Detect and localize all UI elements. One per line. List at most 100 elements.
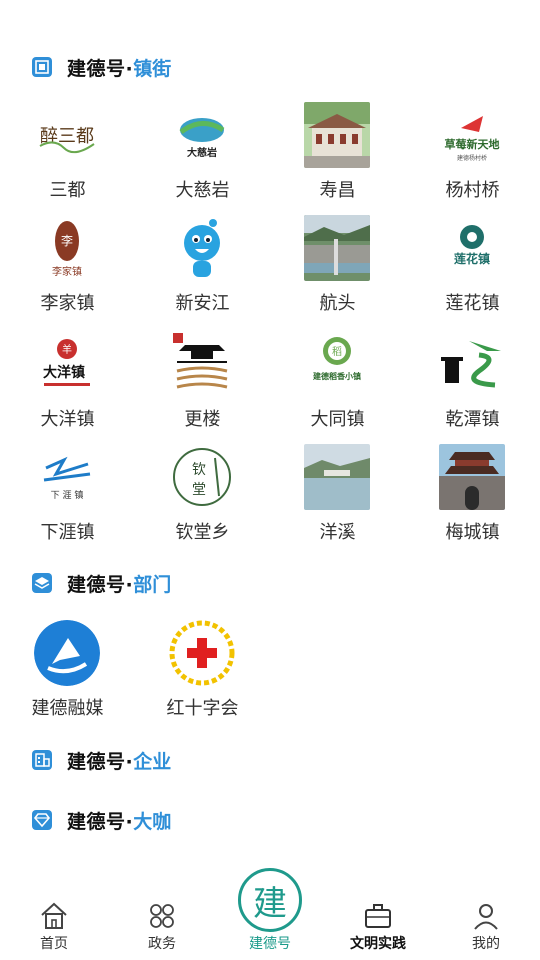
town-item-yangcunqiao[interactable]: 草莓新天地建德杨村桥 杨村桥 bbox=[405, 102, 540, 214]
town-label: 洋溪 bbox=[319, 522, 356, 543]
nav-civilization[interactable]: 文明实践 bbox=[324, 880, 432, 960]
town-label: 航头 bbox=[319, 293, 356, 314]
svg-text:羊: 羊 bbox=[62, 343, 72, 356]
dayang-logo: 羊大洋镇 bbox=[34, 331, 100, 397]
diamond-icon bbox=[32, 810, 52, 830]
dept-item-red-cross[interactable]: 红十字会 bbox=[135, 620, 270, 720]
dayang-logo-text: 大洋镇 bbox=[43, 364, 85, 381]
nav-government[interactable]: 政务 bbox=[108, 880, 216, 960]
svg-text:稻: 稻 bbox=[332, 346, 342, 358]
xinanjiang-mascot bbox=[169, 215, 235, 281]
town-label: 下涯镇 bbox=[40, 522, 95, 543]
yangcunqiao-logo-text: 草莓新天地 bbox=[445, 137, 500, 151]
dacian-logo-text: 大慈岩 bbox=[187, 146, 217, 159]
qintang-logo: 钦堂 bbox=[169, 444, 235, 510]
yangcunqiao-logo-sub: 建德杨村桥 bbox=[457, 154, 487, 162]
datong-logo-text: 建德稻香小镇 bbox=[312, 371, 361, 381]
nav-mine[interactable]: 我的 bbox=[432, 880, 540, 960]
town-label: 三都 bbox=[49, 180, 86, 201]
town-label: 大同镇 bbox=[310, 409, 365, 430]
yangcunqiao-logo: 草莓新天地建德杨村桥 bbox=[439, 102, 505, 168]
section-title: 建德号· bbox=[67, 573, 134, 596]
section-title: 建德号· bbox=[67, 810, 134, 833]
lianhua-logo: 莲花镇 bbox=[439, 215, 505, 281]
grid-icon bbox=[32, 57, 52, 77]
red-cross-logo bbox=[169, 620, 235, 686]
nav-label: 我的 bbox=[472, 936, 500, 952]
meicheng-photo bbox=[439, 444, 505, 510]
dept-label: 红十字会 bbox=[166, 698, 239, 719]
section-header-enterprise: 建德号· 企业 bbox=[32, 745, 171, 775]
town-item-xiaya[interactable]: 下 涯 镇 下涯镇 bbox=[0, 444, 135, 556]
town-label: 莲花镇 bbox=[445, 293, 500, 314]
home-icon bbox=[38, 900, 70, 932]
section-title: 建德号· bbox=[67, 750, 134, 773]
town-label: 新安江 bbox=[175, 293, 230, 314]
sandu-logo: 醉三都 bbox=[34, 102, 100, 168]
nav-label: 文明实践 bbox=[350, 936, 406, 952]
datong-logo: 稻建德稻香小镇 bbox=[304, 331, 370, 397]
town-item-shouchang[interactable]: 寿昌 bbox=[270, 102, 405, 214]
apps-icon bbox=[146, 900, 178, 932]
xiaya-logo-text: 下 涯 镇 bbox=[51, 489, 84, 501]
town-label: 寿昌 bbox=[319, 180, 356, 201]
user-icon bbox=[470, 900, 502, 932]
sandu-logo-text: 醉三都 bbox=[40, 126, 94, 147]
town-label: 李家镇 bbox=[40, 293, 95, 314]
section-subtitle: 企业 bbox=[133, 750, 172, 773]
town-item-dayang[interactable]: 羊大洋镇 大洋镇 bbox=[0, 331, 135, 443]
town-item-dacian[interactable]: 大慈岩 大慈岩 bbox=[135, 102, 270, 214]
town-item-hangtou[interactable]: 航头 bbox=[270, 215, 405, 327]
town-item-yangxi[interactable]: 洋溪 bbox=[270, 444, 405, 556]
section-title: 建德号· bbox=[67, 57, 134, 80]
qiantan-logo bbox=[439, 331, 505, 397]
jian-logo-glyph: 建 bbox=[253, 883, 287, 924]
town-item-lijia[interactable]: 李李家镇 李家镇 bbox=[0, 215, 135, 327]
section-header-departments: 建德号· 部门 bbox=[32, 568, 171, 598]
yangxi-photo bbox=[304, 444, 370, 510]
section-subtitle: 大咖 bbox=[133, 810, 172, 833]
town-label: 乾潭镇 bbox=[445, 409, 500, 430]
town-item-genglou[interactable]: 更楼 bbox=[135, 331, 270, 443]
town-item-sandu[interactable]: 醉三都 三都 bbox=[0, 102, 135, 214]
layers-icon bbox=[32, 573, 52, 593]
section-header-bigshot: 建德号· 大咖 bbox=[32, 805, 171, 835]
town-item-xinanjiang[interactable]: 新安江 bbox=[135, 215, 270, 327]
shouchang-photo bbox=[304, 102, 370, 168]
genglou-logo bbox=[169, 331, 235, 397]
town-item-meicheng[interactable]: 梅城镇 bbox=[405, 444, 540, 556]
jiande-media-logo bbox=[34, 620, 100, 686]
dept-item-jiande-media[interactable]: 建德融媒 bbox=[0, 620, 135, 720]
nav-label: 政务 bbox=[148, 936, 176, 952]
jian-logo-icon[interactable]: 建 bbox=[238, 868, 302, 932]
section-subtitle: 部门 bbox=[133, 573, 172, 596]
town-item-lianhua[interactable]: 莲花镇 莲花镇 bbox=[405, 215, 540, 327]
page: 建德号· 镇街 醉三都 三都 大慈岩 大慈岩 寿昌 草莓新天地 建德杨村桥 杨村… bbox=[0, 0, 540, 960]
section-header-towns: 建德号· 镇街 bbox=[32, 52, 171, 82]
lianhua-logo-text: 莲花镇 bbox=[454, 251, 490, 266]
dacian-logo: 大慈岩 bbox=[169, 102, 235, 168]
town-label: 钦堂乡 bbox=[175, 522, 230, 543]
svg-text:李: 李 bbox=[61, 233, 73, 248]
town-item-qintang[interactable]: 钦堂 钦堂乡 bbox=[135, 444, 270, 556]
town-label: 大慈岩 bbox=[175, 180, 230, 201]
svg-text:钦: 钦 bbox=[192, 462, 206, 478]
nav-label: 建德号 bbox=[249, 936, 291, 952]
town-label: 梅城镇 bbox=[445, 522, 500, 543]
hangtou-photo bbox=[304, 215, 370, 281]
svg-text:堂: 堂 bbox=[192, 482, 206, 498]
briefcase-icon bbox=[362, 900, 394, 932]
lijia-logo: 李李家镇 bbox=[34, 215, 100, 281]
town-label: 杨村桥 bbox=[445, 180, 500, 201]
town-label: 大洋镇 bbox=[40, 409, 95, 430]
building-icon bbox=[32, 750, 52, 770]
section-subtitle: 镇街 bbox=[133, 57, 172, 80]
lijia-logo-text: 李家镇 bbox=[52, 265, 82, 278]
town-item-qiantan[interactable]: 乾潭镇 bbox=[405, 331, 540, 443]
nav-home[interactable]: 首页 bbox=[0, 880, 108, 960]
town-label: 更楼 bbox=[184, 409, 221, 430]
nav-label: 首页 bbox=[40, 936, 68, 952]
town-item-datong[interactable]: 稻建德稻香小镇 大同镇 bbox=[270, 331, 405, 443]
xiaya-logo: 下 涯 镇 bbox=[34, 444, 100, 510]
dept-label: 建德融媒 bbox=[31, 698, 104, 719]
